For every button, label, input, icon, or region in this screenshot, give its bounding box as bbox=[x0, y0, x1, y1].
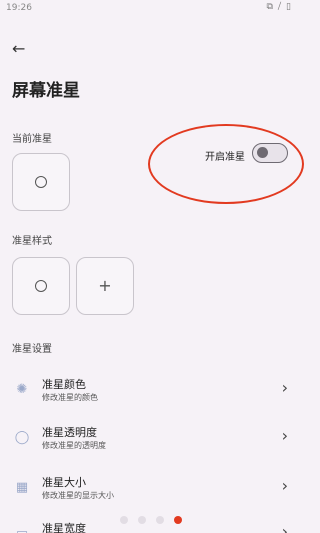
toggle-label: 开启准星 bbox=[205, 152, 245, 163]
setting-name: 准星颜色 bbox=[42, 378, 86, 391]
settings-label: 准星设置 bbox=[12, 344, 52, 355]
chevron-right-icon: › bbox=[281, 522, 288, 533]
palette-icon: ✺ bbox=[16, 382, 28, 397]
setting-name: 准星透明度 bbox=[42, 426, 97, 439]
width-icon: ▭ bbox=[14, 526, 30, 533]
page-indicator bbox=[120, 516, 190, 526]
page-dot[interactable] bbox=[138, 516, 146, 524]
setting-desc: 修改准星的显示大小 bbox=[42, 491, 114, 500]
status-bar: 19:26 ⧉ ⧸ ▯ bbox=[0, 0, 300, 18]
setting-name: 准星宽度 bbox=[42, 522, 86, 533]
setting-name: 准星大小 bbox=[42, 476, 86, 489]
current-crosshair-label: 当前准星 bbox=[12, 134, 52, 145]
status-icons: ⧉ ⧸ ▯ bbox=[266, 2, 292, 12]
chevron-right-icon: › bbox=[281, 426, 288, 445]
crosshair-circle-icon bbox=[35, 176, 47, 188]
plus-icon: + bbox=[98, 276, 112, 295]
setting-color[interactable]: ✺ 准星颜色 修改准星的颜色 › bbox=[0, 374, 300, 414]
setting-desc: 修改准星的透明度 bbox=[42, 441, 106, 450]
setting-size[interactable]: ▦ 准星大小 修改准星的显示大小 › bbox=[0, 472, 300, 512]
enable-crosshair-switch[interactable] bbox=[252, 143, 288, 163]
style-option-circle[interactable] bbox=[12, 257, 70, 315]
current-crosshair-preview bbox=[12, 153, 70, 211]
add-style-button[interactable]: + bbox=[76, 257, 134, 315]
resize-icon: ▦ bbox=[15, 480, 29, 495]
droplet-icon: ◯ bbox=[14, 430, 30, 445]
status-time: 19:26 bbox=[6, 3, 32, 13]
page-dot-active[interactable] bbox=[174, 516, 182, 524]
setting-opacity[interactable]: ◯ 准星透明度 修改准星的透明度 › bbox=[0, 422, 300, 462]
setting-desc: 修改准星的颜色 bbox=[42, 393, 98, 402]
page-title: 屏幕准星 bbox=[12, 81, 80, 101]
styles-label: 准星样式 bbox=[12, 236, 52, 247]
chevron-right-icon: › bbox=[281, 476, 288, 495]
back-arrow-icon[interactable]: ← bbox=[12, 40, 30, 58]
switch-knob bbox=[257, 147, 268, 158]
page-dot[interactable] bbox=[120, 516, 128, 524]
crosshair-circle-icon bbox=[35, 280, 47, 292]
page-dot[interactable] bbox=[156, 516, 164, 524]
highlight-annotation bbox=[148, 124, 304, 204]
chevron-right-icon: › bbox=[281, 378, 288, 397]
